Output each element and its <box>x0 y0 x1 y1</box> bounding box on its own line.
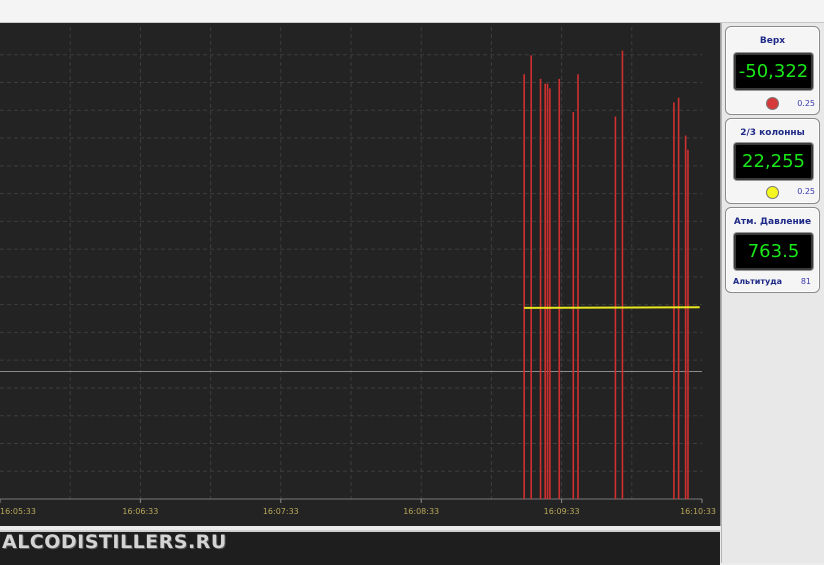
series-line <box>524 306 700 309</box>
sensor-value-display: 22,255 <box>734 143 813 180</box>
sensor-step: 0.25 <box>797 187 815 196</box>
trend-chart[interactable]: 16:05:33 16:06:33 16:07:33 16:08:33 16:09:33… <box>0 23 721 526</box>
sensor-title: Верх <box>759 36 786 46</box>
x-tick-label: 16:06:33 <box>122 507 158 516</box>
sensor-panel-pressure: Атм. Давление 763.5 Альтитуда 81 <box>725 207 820 293</box>
top-toolbar <box>0 0 824 23</box>
x-tick-label: 16:07:33 <box>263 507 299 516</box>
trend-chart-svg: 16:05:33 16:06:33 16:07:33 16:08:33 16:09:33… <box>0 27 716 516</box>
status-indicator-icon <box>766 97 779 110</box>
sensor-panel-column: 2/3 колонны 22,255 0.25 <box>725 118 820 204</box>
sensor-step: 0.25 <box>797 99 815 108</box>
x-tick-label: 16:10:33 <box>680 507 716 516</box>
x-tick-label: 16:05:33 <box>0 507 36 516</box>
altitude-label: Альтитуда <box>733 277 783 286</box>
sensor-title: Атм. Давление <box>733 217 812 227</box>
watermark: ALCODISTILLERS.RU <box>2 531 227 553</box>
sensor-value-display: -50,322 <box>734 53 813 90</box>
x-tick-label: 16:09:33 <box>544 507 580 516</box>
sensor-sidebar: Верх -50,322 0.25 2/3 колонны 22,255 0.2… <box>721 23 824 563</box>
sensor-title: 2/3 колонны <box>740 128 805 138</box>
altitude-value: 81 <box>800 277 811 286</box>
x-tick-label: 16:08:33 <box>403 507 439 516</box>
pressure-value-display: 763.5 <box>734 233 813 270</box>
status-indicator-icon <box>766 186 779 199</box>
sensor-panel-top: Верх -50,322 0.25 <box>725 26 820 115</box>
